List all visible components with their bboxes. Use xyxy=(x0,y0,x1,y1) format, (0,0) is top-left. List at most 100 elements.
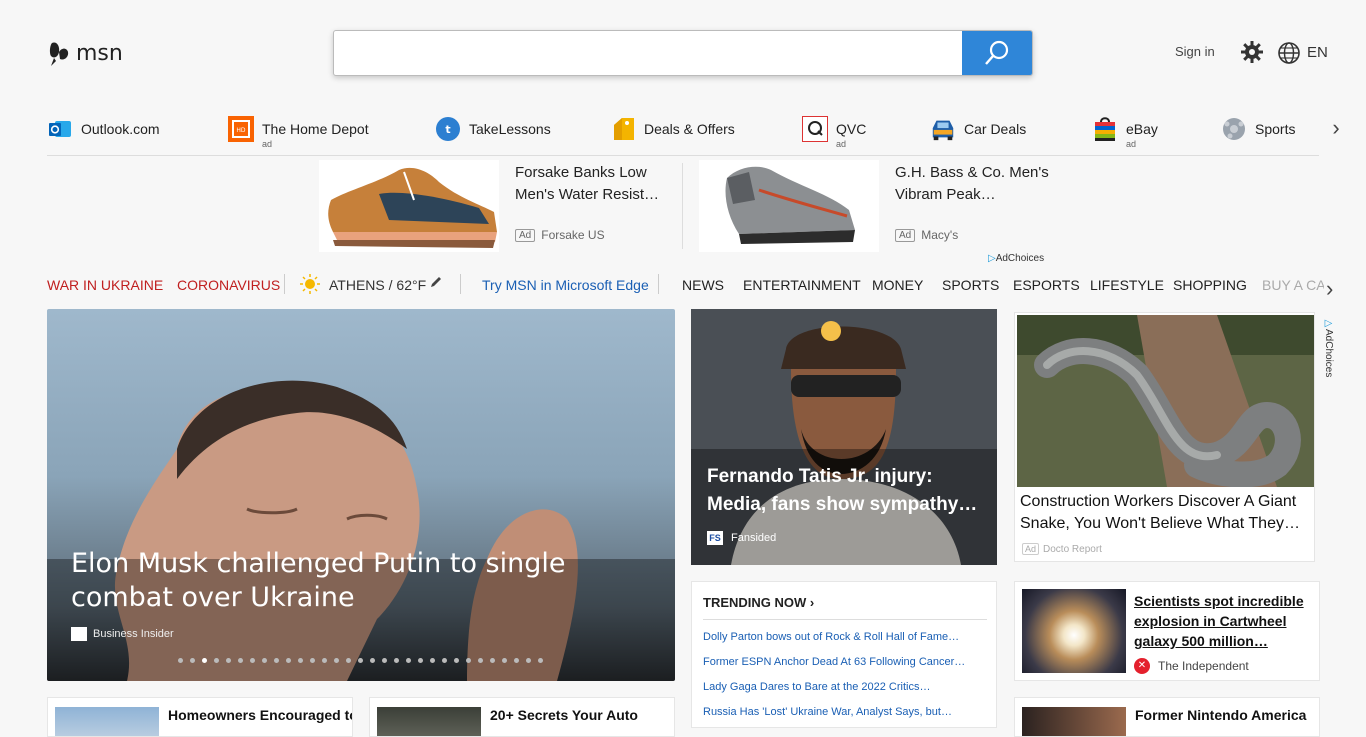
carousel-dot[interactable] xyxy=(202,658,207,663)
story-card-galaxy[interactable]: Scientists spot incredible explosion in … xyxy=(1014,581,1320,681)
sun-icon xyxy=(300,274,320,297)
chevron-right-icon[interactable]: › xyxy=(1326,116,1346,140)
carousel-dot[interactable] xyxy=(478,658,483,663)
nav-coronavirus[interactable]: CORONAVIRUS xyxy=(177,277,280,293)
ad-badge: Ad xyxy=(1022,543,1040,555)
ad-title[interactable]: G.H. Bass & Co. Men's Vibram Peak… xyxy=(895,162,1055,206)
carousel-dot[interactable] xyxy=(358,658,363,663)
trending-item[interactable]: Russia Has 'Lost' Ukraine War, Analyst S… xyxy=(703,706,987,718)
quick-link-outlook[interactable]: Outlook.com xyxy=(47,116,160,150)
hero-headline[interactable]: Elon Musk challenged Putin to single com… xyxy=(71,547,651,615)
carousel-dot[interactable] xyxy=(226,658,231,663)
carousel-dot[interactable] xyxy=(466,658,471,663)
carousel-dot[interactable] xyxy=(250,658,255,663)
carousel-dot[interactable] xyxy=(502,658,507,663)
nav-lifestyle[interactable]: LIFESTYLE xyxy=(1090,277,1164,293)
story-card[interactable]: Former Nintendo America xyxy=(1014,697,1320,737)
story-headline[interactable]: Former Nintendo America xyxy=(1135,707,1306,723)
ad-card-bass[interactable]: G.H. Bass & Co. Men's Vibram Peak… Ad Ma… xyxy=(699,160,1059,252)
search-input[interactable] xyxy=(334,31,962,75)
chevron-right-icon[interactable]: › xyxy=(1326,276,1333,302)
search-icon xyxy=(985,40,1009,65)
carousel-dot[interactable] xyxy=(454,658,459,663)
nav-sports[interactable]: SPORTS xyxy=(942,277,999,293)
story-source: Fansided xyxy=(731,532,777,544)
nav-esports[interactable]: ESPORTS xyxy=(1013,277,1080,293)
carousel-dot[interactable] xyxy=(406,658,411,663)
carousel-dot[interactable] xyxy=(274,658,279,663)
ad-title[interactable]: Forsake Banks Low Men's Water Resist… xyxy=(515,162,675,206)
trending-item[interactable]: Lady Gaga Dares to Bare at the 2022 Crit… xyxy=(703,681,987,693)
carousel-dot[interactable] xyxy=(346,658,351,663)
independent-logo: ✕ xyxy=(1134,658,1150,674)
carousel-dot[interactable] xyxy=(382,658,387,663)
story-headline[interactable]: 20+ Secrets Your Auto xyxy=(490,707,638,723)
ad-badge: Ad xyxy=(515,228,536,242)
quick-link-home-depot[interactable]: HD The Home Depot ad xyxy=(228,116,369,150)
gear-icon[interactable] xyxy=(1240,40,1264,64)
carousel-dot[interactable] xyxy=(262,658,267,663)
carousel-dot[interactable] xyxy=(526,658,531,663)
story-card[interactable]: 20+ Secrets Your Auto xyxy=(369,697,675,737)
nav-news[interactable]: NEWS xyxy=(682,277,724,293)
quick-link-car-deals[interactable]: Car Deals xyxy=(930,116,1026,150)
carousel-dot[interactable] xyxy=(310,658,315,663)
nav-money[interactable]: MONEY xyxy=(872,277,923,293)
carousel-dot[interactable] xyxy=(214,658,219,663)
quick-link-deals[interactable]: Deals & Offers xyxy=(610,116,735,150)
home-depot-icon: HD xyxy=(228,116,254,142)
carousel-dot[interactable] xyxy=(514,658,519,663)
carousel-dot[interactable] xyxy=(334,658,339,663)
story-card[interactable]: Homeowners Encouraged to xyxy=(47,697,353,737)
search-button[interactable] xyxy=(962,31,1032,75)
language-selector[interactable]: EN xyxy=(1307,44,1328,61)
shopping-bag-icon xyxy=(1092,116,1118,142)
car-icon xyxy=(930,116,956,142)
msn-logo[interactable]: msn xyxy=(48,38,123,68)
nav-entertainment[interactable]: ENTERTAINMENT xyxy=(743,277,861,293)
carousel-dot[interactable] xyxy=(190,658,195,663)
carousel-dot[interactable] xyxy=(538,658,543,663)
hero-story-card[interactable]: Elon Musk challenged Putin to single com… xyxy=(47,309,675,681)
nav-shopping[interactable]: SHOPPING xyxy=(1173,277,1247,293)
trending-item[interactable]: Dolly Parton bows out of Rock & Roll Hal… xyxy=(703,631,987,643)
quick-link-takelessons[interactable]: t TakeLessons xyxy=(435,116,551,150)
carousel-dots[interactable] xyxy=(178,658,543,663)
carousel-dot[interactable] xyxy=(178,658,183,663)
pencil-icon[interactable] xyxy=(429,275,443,292)
weather-location[interactable]: ATHENS / 62°F xyxy=(329,277,426,293)
ad-card-forsake[interactable]: Forsake Banks Low Men's Water Resist… Ad… xyxy=(319,160,679,252)
ad-title[interactable]: Construction Workers Discover A Giant Sn… xyxy=(1020,491,1310,535)
shoe-image xyxy=(699,160,879,252)
quick-link-qvc[interactable]: QVC ad xyxy=(802,116,866,150)
adchoices-link[interactable]: ▷AdChoices xyxy=(988,253,1044,264)
carousel-dot[interactable] xyxy=(490,658,495,663)
ad-source: Macy's xyxy=(921,228,959,242)
carousel-dot[interactable] xyxy=(370,658,375,663)
carousel-dot[interactable] xyxy=(394,658,399,663)
story-card-tatis[interactable]: Fernando Tatis Jr. injury: Media, fans s… xyxy=(691,309,997,565)
story-headline[interactable]: Fernando Tatis Jr. injury: Media, fans s… xyxy=(707,463,987,519)
quick-link-sports[interactable]: Sports xyxy=(1221,116,1295,150)
trending-item[interactable]: Former ESPN Anchor Dead At 63 Following … xyxy=(703,656,987,668)
quick-link-ebay[interactable]: eBay ad xyxy=(1092,116,1158,150)
sign-in-link[interactable]: Sign in xyxy=(1175,44,1215,59)
carousel-dot[interactable] xyxy=(322,658,327,663)
carousel-dot[interactable] xyxy=(430,658,435,663)
carousel-dot[interactable] xyxy=(418,658,423,663)
carousel-dot[interactable] xyxy=(238,658,243,663)
globe-icon[interactable] xyxy=(1277,41,1301,65)
ad-card-snake[interactable]: Construction Workers Discover A Giant Sn… xyxy=(1014,312,1315,562)
nav-war-in-ukraine[interactable]: WAR IN UKRAINE xyxy=(47,277,163,293)
trending-heading[interactable]: TRENDING NOW › xyxy=(703,595,814,610)
carousel-dot[interactable] xyxy=(442,658,447,663)
carousel-dot[interactable] xyxy=(298,658,303,663)
qvc-icon xyxy=(802,116,828,142)
carousel-dot[interactable] xyxy=(286,658,291,663)
svg-text:t: t xyxy=(445,123,450,136)
adchoices-link[interactable]: ▷AdChoices xyxy=(1318,318,1334,388)
story-headline[interactable]: Scientists spot incredible explosion in … xyxy=(1134,591,1314,651)
nav-buy-a-car[interactable]: BUY A CA xyxy=(1262,277,1324,293)
try-edge-link[interactable]: Try MSN in Microsoft Edge xyxy=(482,277,649,293)
story-headline[interactable]: Homeowners Encouraged to xyxy=(168,707,352,723)
